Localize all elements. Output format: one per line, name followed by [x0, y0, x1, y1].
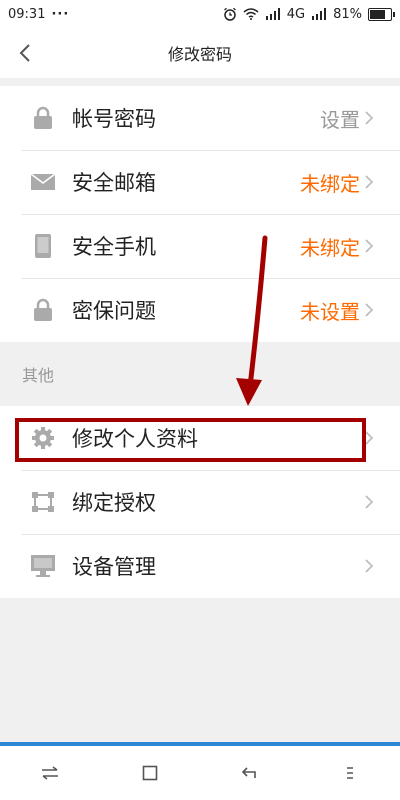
back-button[interactable]	[0, 28, 50, 78]
row-label: 安全邮箱	[72, 171, 156, 195]
chevron-right-icon	[364, 557, 378, 575]
chevron-right-icon	[364, 429, 378, 447]
row-label: 安全手机	[72, 235, 156, 259]
phone-icon	[30, 233, 56, 259]
chevron-left-icon	[19, 44, 30, 62]
battery-percent: 81%	[333, 6, 362, 22]
status-dots: ···	[51, 6, 70, 22]
security-list: 帐号密码 设置 安全邮箱 未绑定 安全手机 未绑定 密保问题 未设置	[0, 86, 400, 342]
device-management-row[interactable]: 设备管理	[0, 534, 400, 598]
status-time: 09:31	[8, 6, 46, 22]
menu-button[interactable]	[320, 753, 380, 793]
signal-icon-2	[312, 8, 327, 20]
row-label: 绑定授权	[72, 491, 156, 515]
security-email-row[interactable]: 安全邮箱 未绑定	[0, 150, 400, 214]
signal-icon	[265, 8, 280, 20]
row-label: 密保问题	[72, 299, 156, 323]
link-icon	[30, 489, 56, 515]
recent-apps-button[interactable]	[20, 753, 80, 793]
page-title: 修改密码	[167, 45, 232, 64]
wifi-icon	[243, 8, 259, 20]
back-nav-button[interactable]	[220, 753, 280, 793]
status-bar: 09:31 ··· 4G 81%	[0, 0, 400, 28]
gear-icon	[30, 425, 56, 451]
chevron-right-icon	[364, 173, 378, 191]
lock-icon	[30, 297, 56, 323]
switch-arrows-icon	[42, 766, 58, 780]
security-phone-row[interactable]: 安全手机 未绑定	[0, 214, 400, 278]
row-value: 未绑定	[300, 171, 360, 196]
other-list: 修改个人资料 绑定授权 设备管理	[0, 406, 400, 598]
alarm-icon	[223, 7, 236, 21]
section-header-other: 其他	[0, 342, 400, 406]
back-arrow-icon	[241, 767, 256, 778]
row-value: 设置	[320, 107, 360, 132]
square-icon	[142, 765, 158, 781]
chevron-right-icon	[364, 109, 378, 127]
chevron-right-icon	[364, 237, 378, 255]
battery-icon	[368, 7, 395, 21]
account-password-row[interactable]: 帐号密码 设置	[0, 86, 400, 150]
nav-bar: 修改密码	[0, 28, 400, 78]
row-value: 未设置	[300, 299, 360, 324]
chevron-right-icon	[364, 493, 378, 511]
network-type: 4G	[286, 6, 306, 22]
row-label: 修改个人资料	[72, 427, 198, 451]
lock-icon	[30, 105, 56, 131]
mail-icon	[30, 169, 56, 195]
chevron-right-icon	[364, 301, 378, 319]
edit-profile-row[interactable]: 修改个人资料	[0, 406, 400, 470]
row-value: 未绑定	[300, 235, 360, 260]
row-label: 帐号密码	[72, 107, 156, 131]
system-nav-bar	[0, 746, 400, 800]
monitor-icon	[30, 553, 56, 579]
binding-authorization-row[interactable]: 绑定授权	[0, 470, 400, 534]
security-question-row[interactable]: 密保问题 未设置	[0, 278, 400, 342]
menu-icon	[347, 767, 353, 779]
row-label: 设备管理	[72, 555, 156, 579]
home-button[interactable]	[120, 753, 180, 793]
